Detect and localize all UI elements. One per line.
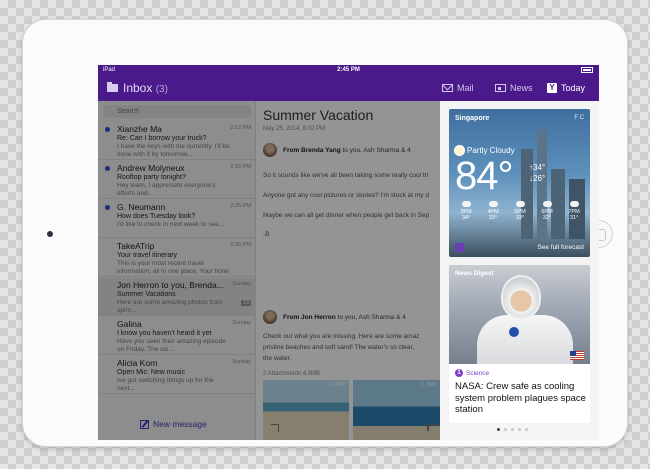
today-panel: Singapore F C Partly Cloudy 84° ↑34° ↓26…: [440, 101, 599, 440]
full-forecast-link[interactable]: See full forecast: [537, 244, 584, 251]
page-dot: [504, 428, 507, 431]
hi-lo-temps: ↑34° ↓26°: [529, 162, 545, 184]
cloud-icon: [461, 201, 471, 207]
status-time: 2:45 PM: [337, 67, 360, 73]
hourly-forecast: 3PM 34° 4PM 33° 5PM 33° 6PM 32° 7PM 31°: [453, 201, 587, 221]
news-headline[interactable]: NASA: Crew safe as cooling system proble…: [455, 381, 587, 416]
news-category: 1 Science: [455, 369, 489, 377]
page-dot: [518, 428, 521, 431]
inbox-title[interactable]: Inbox (3): [123, 81, 168, 95]
page-dot: [525, 428, 528, 431]
flag-icon: [570, 351, 584, 360]
skyline-building: [537, 129, 547, 239]
folder-icon[interactable]: [107, 82, 118, 92]
tab-mail[interactable]: Mail: [442, 83, 474, 93]
science-icon: 1: [455, 369, 463, 377]
mission-patch: [509, 327, 519, 337]
yahoo-weather-icon: [455, 243, 464, 252]
weather-card[interactable]: Singapore F C Partly Cloudy 84° ↑34° ↓26…: [449, 109, 590, 257]
high-temp: ↑34°: [529, 163, 546, 172]
news-photo: [449, 265, 590, 364]
astronaut-suit: [477, 315, 573, 364]
forecast-hour: 4PM 33°: [480, 201, 506, 221]
front-camera: [47, 231, 53, 237]
yahoo-icon: Y: [547, 83, 557, 93]
status-bar: iPad 2:45 PM: [98, 65, 599, 76]
news-card[interactable]: News Digest 1 Science NASA: Crew safe as …: [449, 265, 590, 423]
battery-icon: [581, 67, 593, 73]
forecast-hour: 7PM 31°: [561, 201, 587, 221]
tab-news[interactable]: News: [495, 83, 533, 93]
page-indicator[interactable]: [497, 428, 528, 431]
cloud-icon: [488, 201, 498, 207]
cloud-icon: [569, 201, 579, 207]
current-temperature: 84°: [455, 154, 513, 198]
forecast-hour: 6PM 32°: [534, 201, 560, 221]
astronaut-helmet: [501, 275, 541, 319]
overlay-dim[interactable]: [98, 101, 440, 440]
cloud-icon: [515, 201, 525, 207]
news-icon: [495, 84, 506, 92]
nav-bar: Inbox (3) Mail News Y Today: [98, 76, 599, 101]
tab-today[interactable]: Y Today: [547, 83, 585, 93]
unit-toggle[interactable]: F C: [574, 115, 584, 121]
forecast-hour: 5PM 33°: [507, 201, 533, 221]
screen: iPad 2:45 PM Inbox (3) Mail News Y Today …: [98, 65, 599, 440]
page-dot: [497, 428, 500, 431]
ipad-device: iPad 2:45 PM Inbox (3) Mail News Y Today …: [22, 19, 628, 447]
mail-icon: [442, 84, 453, 92]
cloud-icon: [542, 201, 552, 207]
news-digest-label: News Digest: [455, 270, 494, 277]
weather-city[interactable]: Singapore: [455, 115, 489, 122]
inbox-count: (3): [155, 84, 168, 95]
forecast-hour: 3PM 34°: [453, 201, 479, 221]
page-dot: [511, 428, 514, 431]
low-temp: ↓26°: [529, 174, 546, 183]
